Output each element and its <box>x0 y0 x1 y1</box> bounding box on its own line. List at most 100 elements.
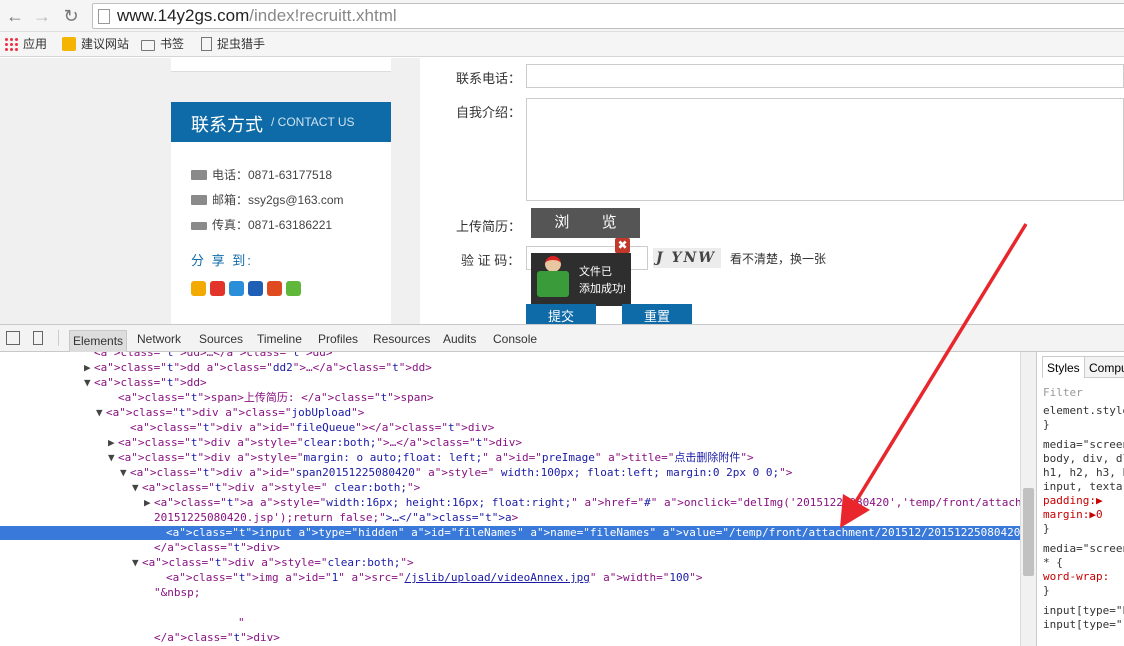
dom-node-line[interactable]: <a">class="t">img a">id="1" a">src="/jsl… <box>0 571 1020 585</box>
tab-computed[interactable]: Compu <box>1084 356 1124 378</box>
reset-button[interactable]: 重置 <box>622 304 692 324</box>
share-icons <box>191 281 305 301</box>
scrollbar-thumb[interactable] <box>1023 488 1034 576</box>
dom-node-text: <a">class="t">img a">id="1" a">src="/jsl… <box>166 571 703 584</box>
browse-button[interactable]: 浏 览 <box>531 208 640 238</box>
tencent-weibo-share-icon[interactable] <box>229 281 244 296</box>
page-icon <box>201 37 212 51</box>
bookmark-bug-hunter[interactable]: 捉虫猎手 <box>201 36 265 53</box>
contact-email: 邮箱：ssy2gs@163.com <box>191 191 344 208</box>
refresh-captcha-link[interactable]: 看不清楚，换一张 <box>730 250 826 267</box>
dom-node-text: " <box>238 616 245 629</box>
bookmark-apps[interactable]: 应用 <box>4 36 47 53</box>
dom-node-line[interactable]: ▶ <a">class="t">dd a">class="dd2">…</a">c… <box>0 361 1020 375</box>
dom-node-line[interactable]: ▶ <a">class="t">a a">style="width:16px; h… <box>0 496 1020 510</box>
more-share-icon[interactable] <box>286 281 301 296</box>
page-icon <box>98 9 110 24</box>
tab-audits[interactable]: Audits <box>443 332 476 346</box>
qzone-share-icon[interactable] <box>191 281 206 296</box>
selected-dom-node[interactable]: <a">class="t">input a">type="hidden" a">… <box>0 526 1020 540</box>
dom-node-line[interactable] <box>0 601 1020 615</box>
dom-node-line[interactable]: ▼ <a">class="t">div a">style=" clear:both… <box>0 481 1020 495</box>
dom-node-line[interactable]: ▶ <a">class="t">div a">style="clear:both;… <box>0 436 1020 450</box>
dom-node-text: <a">class="t">div a">class="jobUpload"> <box>106 406 365 419</box>
style-rule-line: media="screen <box>1043 542 1124 555</box>
collapse-triangle-icon[interactable]: ▼ <box>84 376 94 390</box>
collapse-triangle-icon[interactable]: ▼ <box>108 451 118 465</box>
dom-node-line[interactable]: <a">class="t">dd>…</a">class="t">dd> <box>0 352 1020 360</box>
tab-elements[interactable]: Elements <box>69 330 128 352</box>
collapse-triangle-icon[interactable]: ▼ <box>132 481 142 495</box>
dom-node-text: </a">class="t">div> <box>154 631 280 644</box>
delete-attachment-icon[interactable]: ✖ <box>615 238 630 253</box>
kaixin-share-icon[interactable] <box>267 281 282 296</box>
tab-network[interactable]: Network <box>137 332 181 346</box>
elements-scrollbar[interactable] <box>1020 352 1036 646</box>
tab-profiles[interactable]: Profiles <box>318 332 358 346</box>
collapse-triangle-icon[interactable]: ▼ <box>96 406 106 420</box>
back-arrow-icon[interactable]: ← <box>4 5 26 27</box>
apps-grid-icon <box>4 37 18 51</box>
expand-triangle-icon[interactable]: ▶ <box>108 436 118 450</box>
dom-node-text: <a">class="t">a a">style="width:16px; he… <box>154 496 1020 509</box>
expand-triangle-icon[interactable]: ▶ <box>144 496 154 510</box>
sidebar-card-top <box>171 58 391 72</box>
tab-resources[interactable]: Resources <box>373 332 430 346</box>
bing-icon <box>62 37 76 51</box>
contact-title: 联系方式 <box>191 115 263 135</box>
elements-tree[interactable]: <a">class="t">dd>…</a">class="t">dd> ▶ <a"… <box>0 352 1020 646</box>
dom-node-line[interactable]: </a">class="t">div> <box>0 631 1020 645</box>
address-bar[interactable]: www.14y2gs.com/index!recruitt.xhtml <box>92 3 1124 29</box>
contact-fax: 传真：0871-63186221 <box>191 216 332 233</box>
bookmark-bookmarks[interactable]: 书签 <box>141 36 184 53</box>
dom-node-line[interactable]: <a">class="t">span>上传简历: </a">class="t">… <box>0 391 1020 405</box>
style-rule-line: media="screen <box>1043 438 1124 451</box>
devtools-toolbar: Elements Network Sources Timeline Profil… <box>0 324 1124 352</box>
reload-icon[interactable]: ↻ <box>60 5 82 27</box>
toast-line1: 文件已 <box>579 266 612 278</box>
dom-node-line[interactable]: ▼ <a">class="t">dd> <box>0 376 1020 390</box>
submit-button[interactable]: 提交 <box>526 304 596 324</box>
dom-node-line[interactable]: ▼ <a">class="t">div a">id="span2015122508… <box>0 466 1020 480</box>
tab-timeline[interactable]: Timeline <box>257 332 302 346</box>
collapse-triangle-icon[interactable]: ▼ <box>120 466 130 480</box>
dom-node-line[interactable]: " <box>0 616 1020 630</box>
inspect-element-icon[interactable] <box>6 331 20 345</box>
forward-arrow-icon[interactable]: → <box>31 5 53 27</box>
dom-node-text: <a">class="t">dd> <box>94 376 207 389</box>
expand-triangle-icon[interactable]: ▶ <box>84 361 94 375</box>
resume-label: 上传简历： <box>456 219 522 234</box>
contact-card: 电话：0871-63177518 邮箱：ssy2gs@163.com 传真：08… <box>171 142 391 324</box>
dom-node-text: <a">class="t">div a">id="span20151225080… <box>130 466 793 479</box>
dom-node-line[interactable]: ▼ <a">class="t">div a">style="clear:both;… <box>0 556 1020 570</box>
styles-filter[interactable]: Filter <box>1043 386 1083 400</box>
url-host: www.14y2gs.com <box>117 6 250 25</box>
captcha-image[interactable]: J YNW <box>653 248 721 268</box>
dom-node-text: 20151225080420.jsp');return false;">…</"… <box>154 511 519 524</box>
dom-node-line[interactable]: ▼ <a">class="t">div a">style="margin: o a… <box>0 451 1020 465</box>
tab-console[interactable]: Console <box>493 332 537 346</box>
dom-node-line[interactable]: <a">class="t">div a">id="fileQueue"></a"… <box>0 421 1020 435</box>
renren-share-icon[interactable] <box>248 281 263 296</box>
tab-styles[interactable]: Styles <box>1042 356 1085 378</box>
share-label: 分 享 到: <box>191 253 253 268</box>
device-mode-icon[interactable] <box>33 331 43 345</box>
dom-node-line[interactable]: 20151225080420.jsp');return false;">…</"… <box>0 511 1020 525</box>
website-viewport: 联系方式 / CONTACT US 电话：0871-63177518 邮箱：ss… <box>0 58 1124 324</box>
dom-node-text: "&nbsp; <box>154 586 201 599</box>
weibo-share-icon[interactable] <box>210 281 225 296</box>
dom-node-line[interactable]: </a">class="t">div> <box>0 541 1020 555</box>
dom-node-text: <a">class="t">div a">style="clear:both;"… <box>142 556 414 569</box>
collapse-triangle-icon[interactable]: ▼ <box>132 556 142 570</box>
phone-input[interactable] <box>526 64 1124 88</box>
style-rule-line: } <box>1043 418 1050 431</box>
intro-textarea[interactable] <box>526 98 1124 201</box>
style-rule-line: padding:▶ <box>1043 494 1103 507</box>
dom-node-line[interactable]: "&nbsp; <box>0 586 1020 600</box>
arrow-right-icon <box>191 222 207 230</box>
folder-icon <box>141 40 155 51</box>
bookmark-suggested-sites[interactable]: 建议网站 <box>62 36 129 53</box>
tab-sources[interactable]: Sources <box>199 332 243 346</box>
dom-node-line[interactable]: ▼ <a">class="t">div a">class="jobUpload"> <box>0 406 1020 420</box>
dom-node-text: <a">class="t">dd>…</a">class="t">dd> <box>94 352 333 359</box>
